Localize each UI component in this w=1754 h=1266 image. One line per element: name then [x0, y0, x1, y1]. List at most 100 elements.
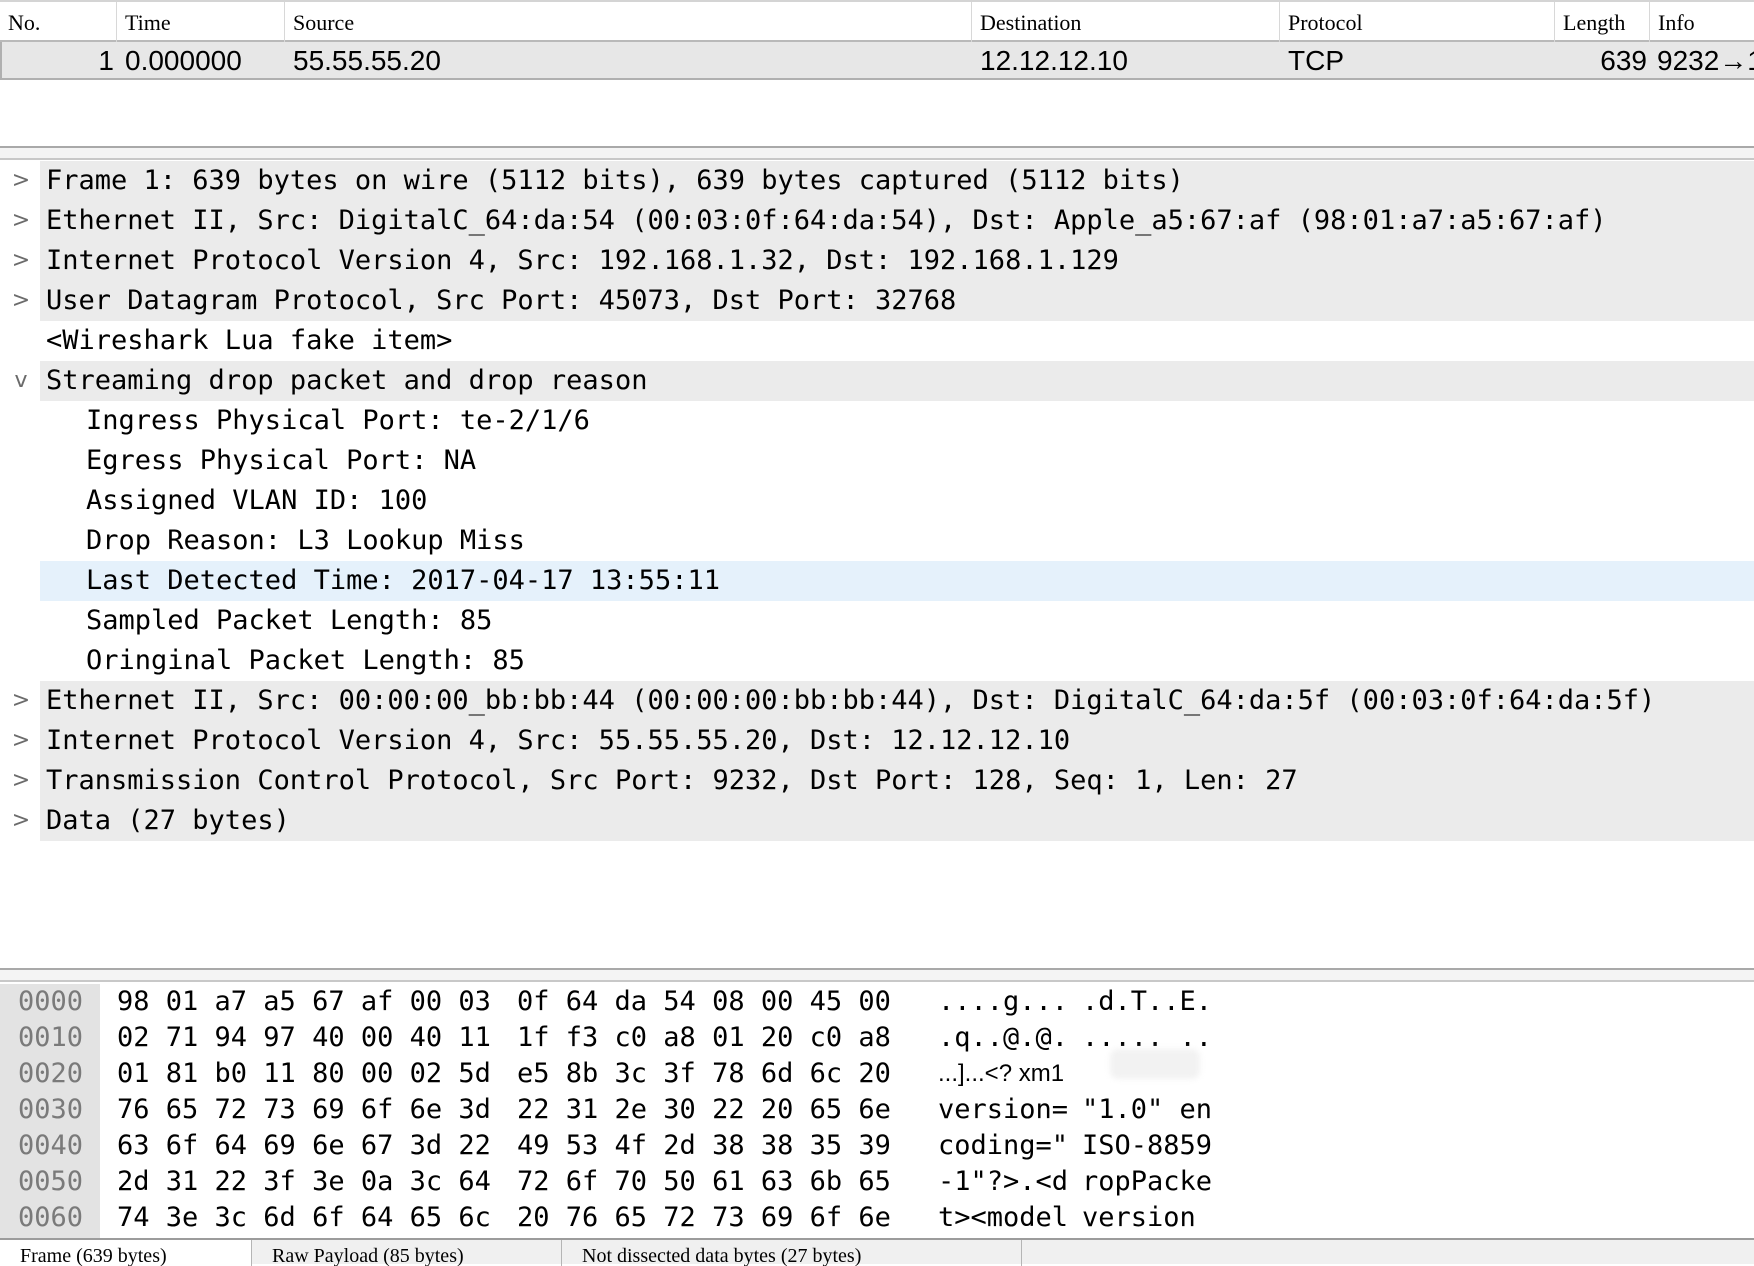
tree-item-label: Internet Protocol Version 4, Src: 55.55.… — [46, 725, 1071, 756]
hex-bytes[interactable]: e5 8b 3c 3f 78 6d 6c 20 — [517, 1056, 891, 1092]
packet-info: 9232→1 — [1657, 45, 1754, 76]
tree-item-streaming-drop[interactable]: v Streaming drop packet and drop reason — [0, 361, 1754, 401]
hex-ascii[interactable]: coding=" — [938, 1128, 1068, 1164]
hex-ascii[interactable]: ropPacke — [1082, 1164, 1212, 1200]
tree-item-label: Streaming drop packet and drop reason — [46, 365, 648, 396]
chevron-right-icon[interactable]: > — [10, 161, 32, 201]
tree-item-label: Sampled Packet Length: 85 — [86, 605, 493, 636]
hex-bytes[interactable]: 0f 64 da 54 08 00 45 00 — [517, 984, 891, 1020]
hex-bytes[interactable]: 22 31 2e 30 22 20 65 6e — [517, 1092, 891, 1128]
tree-item-egress-port[interactable]: Egress Physical Port: NA — [0, 441, 1754, 481]
hex-bytes[interactable]: 20 76 65 72 73 69 6f 6e — [517, 1200, 891, 1236]
hex-bytes[interactable]: 2d 31 22 3f 3e 0a 3c 64 — [117, 1164, 491, 1200]
hex-ascii[interactable]: ISO-8859 — [1082, 1128, 1212, 1164]
hex-offset: 0040 — [18, 1130, 84, 1161]
hex-bytes[interactable]: 98 01 a7 a5 67 af 00 03 — [117, 984, 491, 1020]
tree-item-lua-fake[interactable]: <Wireshark Lua fake item> — [0, 321, 1754, 361]
tree-item-frame[interactable]: > Frame 1: 639 bytes on wire (5112 bits)… — [0, 161, 1754, 201]
hex-ascii[interactable]: .q..@.@. — [938, 1020, 1068, 1056]
hex-bytes[interactable]: 01 81 b0 11 80 00 02 5d — [117, 1056, 491, 1092]
hex-ascii[interactable]: ...]...<? xm1 — [938, 1056, 1064, 1092]
tree-item-ingress-port[interactable]: Ingress Physical Port: te-2/1/6 — [0, 401, 1754, 441]
packet-list-header: No. Time Source Destination Protocol Len… — [0, 0, 1754, 42]
tree-item-label: Last Detected Time: 2017-04-17 13:55:11 — [86, 565, 720, 596]
column-header-time[interactable]: Time — [117, 2, 285, 42]
tab-not-dissected[interactable]: Not dissected data bytes (27 bytes) — [562, 1240, 1022, 1266]
tree-item-label: Transmission Control Protocol, Src Port:… — [46, 765, 1298, 796]
hex-ascii[interactable]: version — [1082, 1200, 1196, 1236]
tree-item-ethernet-inner[interactable]: > Ethernet II, Src: 00:00:00_bb:bb:44 (0… — [0, 681, 1754, 721]
hex-ascii[interactable]: .d.T..E. — [1082, 984, 1212, 1020]
packet-list-row[interactable]: 1 0.000000 55.55.55.20 12.12.12.10 TCP 6… — [0, 42, 1754, 80]
column-header-destination[interactable]: Destination — [972, 2, 1280, 42]
tree-item-label: Ethernet II, Src: 00:00:00_bb:bb:44 (00:… — [46, 685, 1656, 716]
hex-offset: 0000 — [18, 986, 84, 1017]
tree-item-label: Assigned VLAN ID: 100 — [86, 485, 428, 516]
chevron-right-icon[interactable]: > — [10, 761, 32, 801]
hex-bytes[interactable]: 72 6f 70 50 61 63 6b 65 — [517, 1164, 891, 1200]
tree-item-label: Oringinal Packet Length: 85 — [86, 645, 525, 676]
hex-bytes[interactable]: 63 6f 64 69 6e 67 3d 22 — [117, 1128, 491, 1164]
hex-dump-pane[interactable]: 0000 98 01 a7 a5 67 af 00 03 0f 64 da 54… — [0, 984, 1754, 1238]
hex-offset: 0010 — [18, 1022, 84, 1053]
chevron-down-icon[interactable]: v — [10, 361, 32, 401]
hex-ascii[interactable]: "1.0" en — [1082, 1092, 1212, 1128]
packet-destination: 12.12.12.10 — [980, 45, 1128, 76]
hex-offset: 0060 — [18, 1202, 84, 1233]
packet-no: 1 — [98, 45, 114, 76]
chevron-right-icon[interactable]: > — [10, 801, 32, 841]
tab-raw-payload[interactable]: Raw Payload (85 bytes) — [252, 1240, 562, 1266]
chevron-right-icon[interactable]: > — [10, 721, 32, 761]
redacted-patch — [1110, 1049, 1200, 1079]
tree-item-label: Ingress Physical Port: te-2/1/6 — [86, 405, 590, 436]
tree-item-sampled-length[interactable]: Sampled Packet Length: 85 — [0, 601, 1754, 641]
chevron-right-icon[interactable]: > — [10, 281, 32, 321]
column-header-source[interactable]: Source — [285, 2, 972, 42]
tree-item-label: Egress Physical Port: NA — [86, 445, 477, 476]
pane-splitter-top[interactable] — [0, 146, 1754, 160]
tree-item-label: Data (27 bytes) — [46, 805, 290, 836]
chevron-right-icon[interactable]: > — [10, 241, 32, 281]
tree-item-original-length[interactable]: Oringinal Packet Length: 85 — [0, 641, 1754, 681]
hex-ascii[interactable]: ....g... — [938, 984, 1068, 1020]
tree-item-ipv4-inner[interactable]: > Internet Protocol Version 4, Src: 55.5… — [0, 721, 1754, 761]
hex-bytes[interactable]: 1f f3 c0 a8 01 20 c0 a8 — [517, 1020, 891, 1056]
hex-offset: 0020 — [18, 1058, 84, 1089]
tree-item-tcp[interactable]: > Transmission Control Protocol, Src Por… — [0, 761, 1754, 801]
tree-item-label: Frame 1: 639 bytes on wire (5112 bits), … — [46, 165, 1184, 196]
hex-bytes[interactable]: 02 71 94 97 40 00 40 11 — [117, 1020, 491, 1056]
tree-item-data[interactable]: > Data (27 bytes) — [0, 801, 1754, 841]
hex-ascii[interactable]: t><model — [938, 1200, 1068, 1236]
tree-item-drop-reason[interactable]: Drop Reason: L3 Lookup Miss — [0, 521, 1754, 561]
hex-bytes[interactable]: 74 3e 3c 6d 6f 64 65 6c — [117, 1200, 491, 1236]
hex-bytes[interactable]: 49 53 4f 2d 38 38 35 39 — [517, 1128, 891, 1164]
hex-offset: 0030 — [18, 1094, 84, 1125]
packet-source: 55.55.55.20 — [293, 45, 441, 76]
column-header-info[interactable]: Info — [1650, 2, 1754, 42]
tree-item-last-detected-time[interactable]: Last Detected Time: 2017-04-17 13:55:11 — [0, 561, 1754, 601]
tree-item-label: <Wireshark Lua fake item> — [46, 325, 453, 356]
hex-ascii[interactable]: -1"?>.<d — [938, 1164, 1068, 1200]
packet-protocol: TCP — [1288, 45, 1344, 76]
chevron-right-icon[interactable]: > — [10, 201, 32, 241]
chevron-right-icon[interactable]: > — [10, 681, 32, 721]
column-header-no[interactable]: No. — [0, 2, 117, 42]
tree-item-udp[interactable]: > User Datagram Protocol, Src Port: 4507… — [0, 281, 1754, 321]
packet-details-tree: > Frame 1: 639 bytes on wire (5112 bits)… — [0, 161, 1754, 841]
tree-item-ipv4-outer[interactable]: > Internet Protocol Version 4, Src: 192.… — [0, 241, 1754, 281]
packet-length: 639 — [1600, 45, 1647, 76]
packet-time: 0.000000 — [125, 45, 242, 76]
column-header-protocol[interactable]: Protocol — [1280, 2, 1555, 42]
column-header-length[interactable]: Length — [1555, 2, 1650, 42]
hex-ascii[interactable]: version= — [938, 1092, 1068, 1128]
tree-item-label: Drop Reason: L3 Lookup Miss — [86, 525, 525, 556]
hex-bytes[interactable]: 76 65 72 73 69 6f 6e 3d — [117, 1092, 491, 1128]
tab-frame[interactable]: Frame (639 bytes) — [0, 1240, 252, 1266]
tree-item-ethernet-outer[interactable]: > Ethernet II, Src: DigitalC_64:da:54 (0… — [0, 201, 1754, 241]
tree-item-label: User Datagram Protocol, Src Port: 45073,… — [46, 285, 957, 316]
tree-item-label: Ethernet II, Src: DigitalC_64:da:54 (00:… — [46, 205, 1607, 236]
tree-item-label: Internet Protocol Version 4, Src: 192.16… — [46, 245, 1119, 276]
pane-splitter-bottom[interactable] — [0, 968, 1754, 982]
tree-item-vlan-id[interactable]: Assigned VLAN ID: 100 — [0, 481, 1754, 521]
byte-source-tabs: Frame (639 bytes) Raw Payload (85 bytes)… — [0, 1238, 1754, 1266]
